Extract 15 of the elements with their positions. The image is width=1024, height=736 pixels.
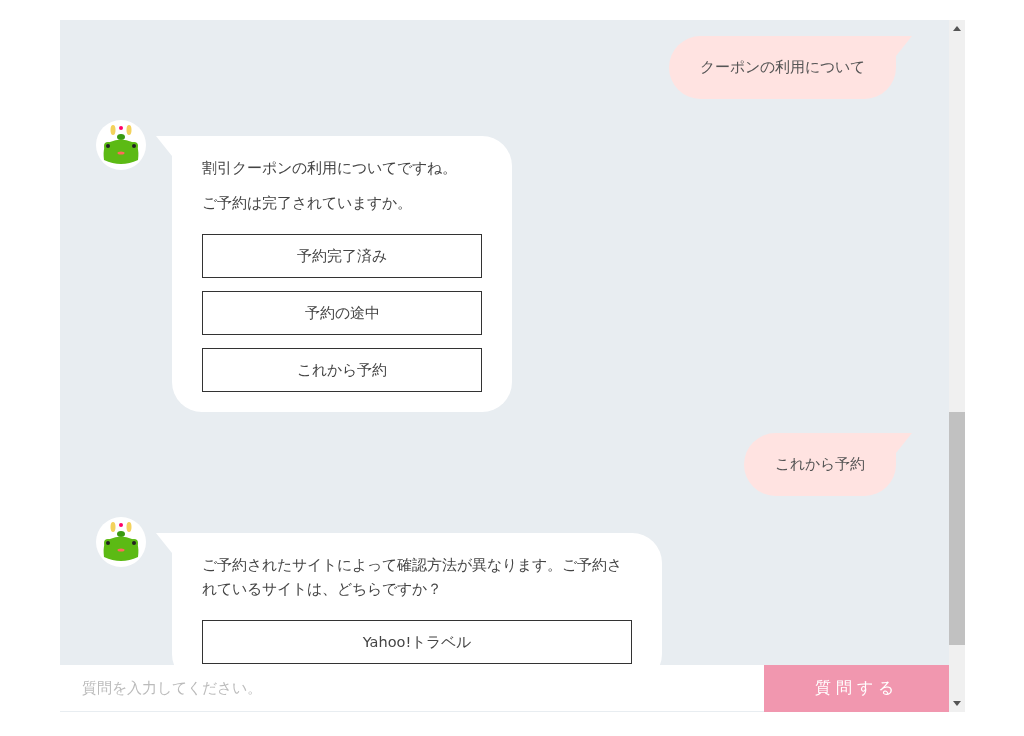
bot-message-text: 割引クーポンの利用についてですね。: [202, 159, 458, 178]
answer-option-button[interactable]: これから予約: [202, 348, 482, 392]
scroll-up-icon[interactable]: [953, 26, 961, 31]
frog-avatar: [96, 120, 146, 170]
answer-option-button[interactable]: 予約完了済み: [202, 234, 482, 278]
frog-avatar: [96, 517, 146, 567]
scroll-down-icon[interactable]: [953, 701, 961, 706]
bot-message-text: ご予約されたサイトによって確認方法が異なります。ご予約されているサイトは、どちらですか？: [202, 556, 623, 599]
answer-option-button[interactable]: 予約の途中: [202, 291, 482, 335]
scrollbar-thumb[interactable]: [949, 412, 965, 645]
user-message-bubble: クーポンの利用について: [669, 36, 896, 99]
answer-option-button[interactable]: Yahoo!トラベル: [202, 620, 632, 664]
scrollbar[interactable]: [949, 20, 965, 712]
bot-message-text: ご予約は完了されていますか。: [202, 194, 413, 213]
user-message-bubble: これから予約: [744, 433, 896, 496]
